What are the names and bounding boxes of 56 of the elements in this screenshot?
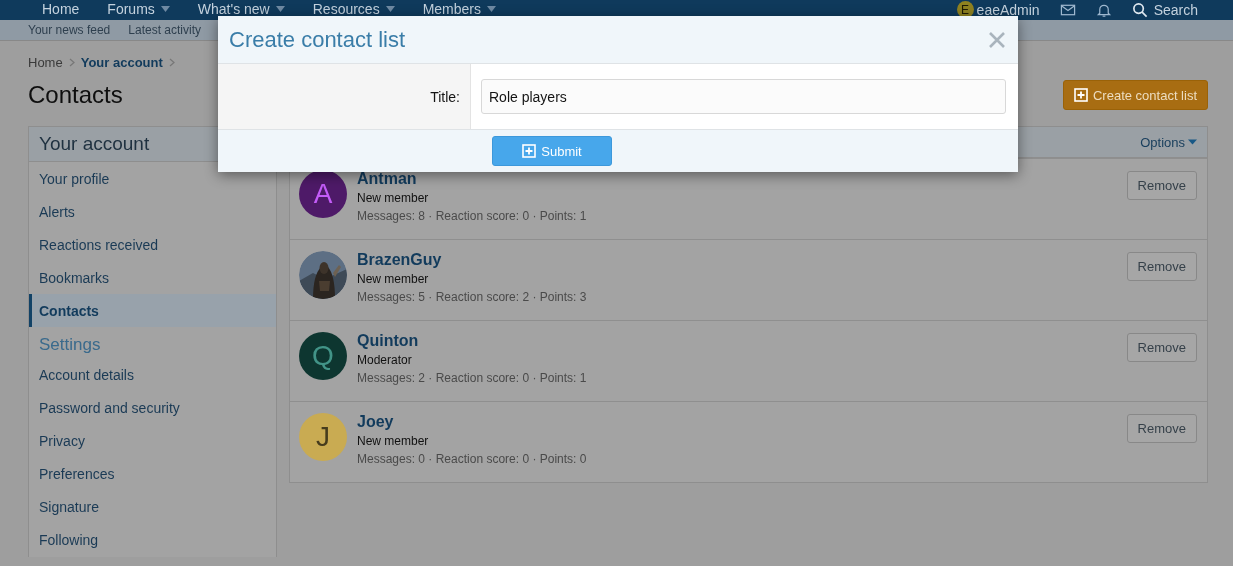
breadcrumb-link[interactable]: Your account <box>80 55 163 70</box>
chevron-icon <box>168 58 175 67</box>
create-contact-list-button[interactable]: Create contact list <box>1062 80 1208 110</box>
username-link[interactable]: Antman <box>357 169 1127 189</box>
plus-icon <box>1073 88 1088 102</box>
sidebar-item[interactable]: Bookmarks <box>29 261 276 294</box>
nav-link[interactable]: Home <box>42 1 80 17</box>
page-title: Contacts <box>28 81 123 109</box>
avatar[interactable]: Q <box>299 332 347 380</box>
sidebar-item[interactable]: Reactions received <box>29 228 276 261</box>
sidebar-item[interactable]: Following <box>29 523 276 556</box>
subnav-link[interactable]: Latest activity <box>128 23 201 37</box>
close-icon <box>988 30 1006 49</box>
remove-button[interactable]: Remove <box>1126 414 1197 443</box>
user-title: New member <box>357 433 430 450</box>
user-stats: Messages: 5 · Reaction score: 2 · Points: 3 <box>357 289 588 306</box>
close-button[interactable] <box>988 29 1008 50</box>
sidebar-item[interactable]: Signature <box>29 490 276 523</box>
username-link[interactable]: BrazenGuy <box>357 250 1127 270</box>
submit-button[interactable]: Submit <box>492 136 612 166</box>
username-link[interactable]: Joey <box>357 412 1127 432</box>
remove-button[interactable]: Remove <box>1126 333 1197 362</box>
remove-button[interactable]: Remove <box>1126 171 1197 200</box>
sidebar-item[interactable]: Preferences <box>29 457 276 490</box>
sidebar-item[interactable]: Password and security <box>29 391 276 424</box>
chevron-icon <box>68 58 75 67</box>
username-link[interactable]: Quinton <box>357 331 1127 351</box>
user-title: Moderator <box>357 352 413 369</box>
nav-link[interactable]: Resources <box>312 1 395 17</box>
user-title: New member <box>357 190 430 207</box>
sidebar-item[interactable]: Alerts <box>29 195 276 228</box>
sidebar-item[interactable]: Contacts <box>29 294 276 327</box>
field-label: Title: <box>218 64 471 129</box>
title-input[interactable]: Role players <box>481 79 1006 114</box>
avatar[interactable]: A <box>299 170 347 218</box>
user-stats: Messages: 0 · Reaction score: 0 · Points: 0 <box>357 451 588 468</box>
sidebar-item[interactable]: Your profile <box>29 162 276 195</box>
user-stats: Messages: 2 · Reaction score: 0 · Points: 1 <box>357 370 588 387</box>
nav-link[interactable]: Members <box>422 1 496 17</box>
user-title: New member <box>357 271 430 288</box>
plus-icon <box>522 144 537 158</box>
avatar[interactable]: J <box>299 413 347 461</box>
remove-button[interactable]: Remove <box>1126 252 1197 281</box>
sidebar-heading: Settings <box>38 334 102 356</box>
sidebar-item[interactable]: Account details <box>29 358 276 391</box>
caret-icon <box>1188 139 1197 145</box>
subnav-link[interactable]: Your news feed <box>28 23 111 37</box>
breadcrumb-link[interactable]: Home <box>28 55 63 70</box>
dialog-title: Create contact list <box>229 26 406 53</box>
sidebar-item[interactable]: Privacy <box>29 424 276 457</box>
nav-link[interactable]: What's new <box>197 1 285 17</box>
nav-link[interactable]: Forums <box>107 1 170 17</box>
options-menu[interactable]: Options <box>1140 134 1197 150</box>
user-stats: Messages: 8 · Reaction score: 0 · Points: 1 <box>357 208 588 225</box>
search-icon <box>1131 1 1148 18</box>
search-link[interactable]: Search <box>1131 1 1198 18</box>
